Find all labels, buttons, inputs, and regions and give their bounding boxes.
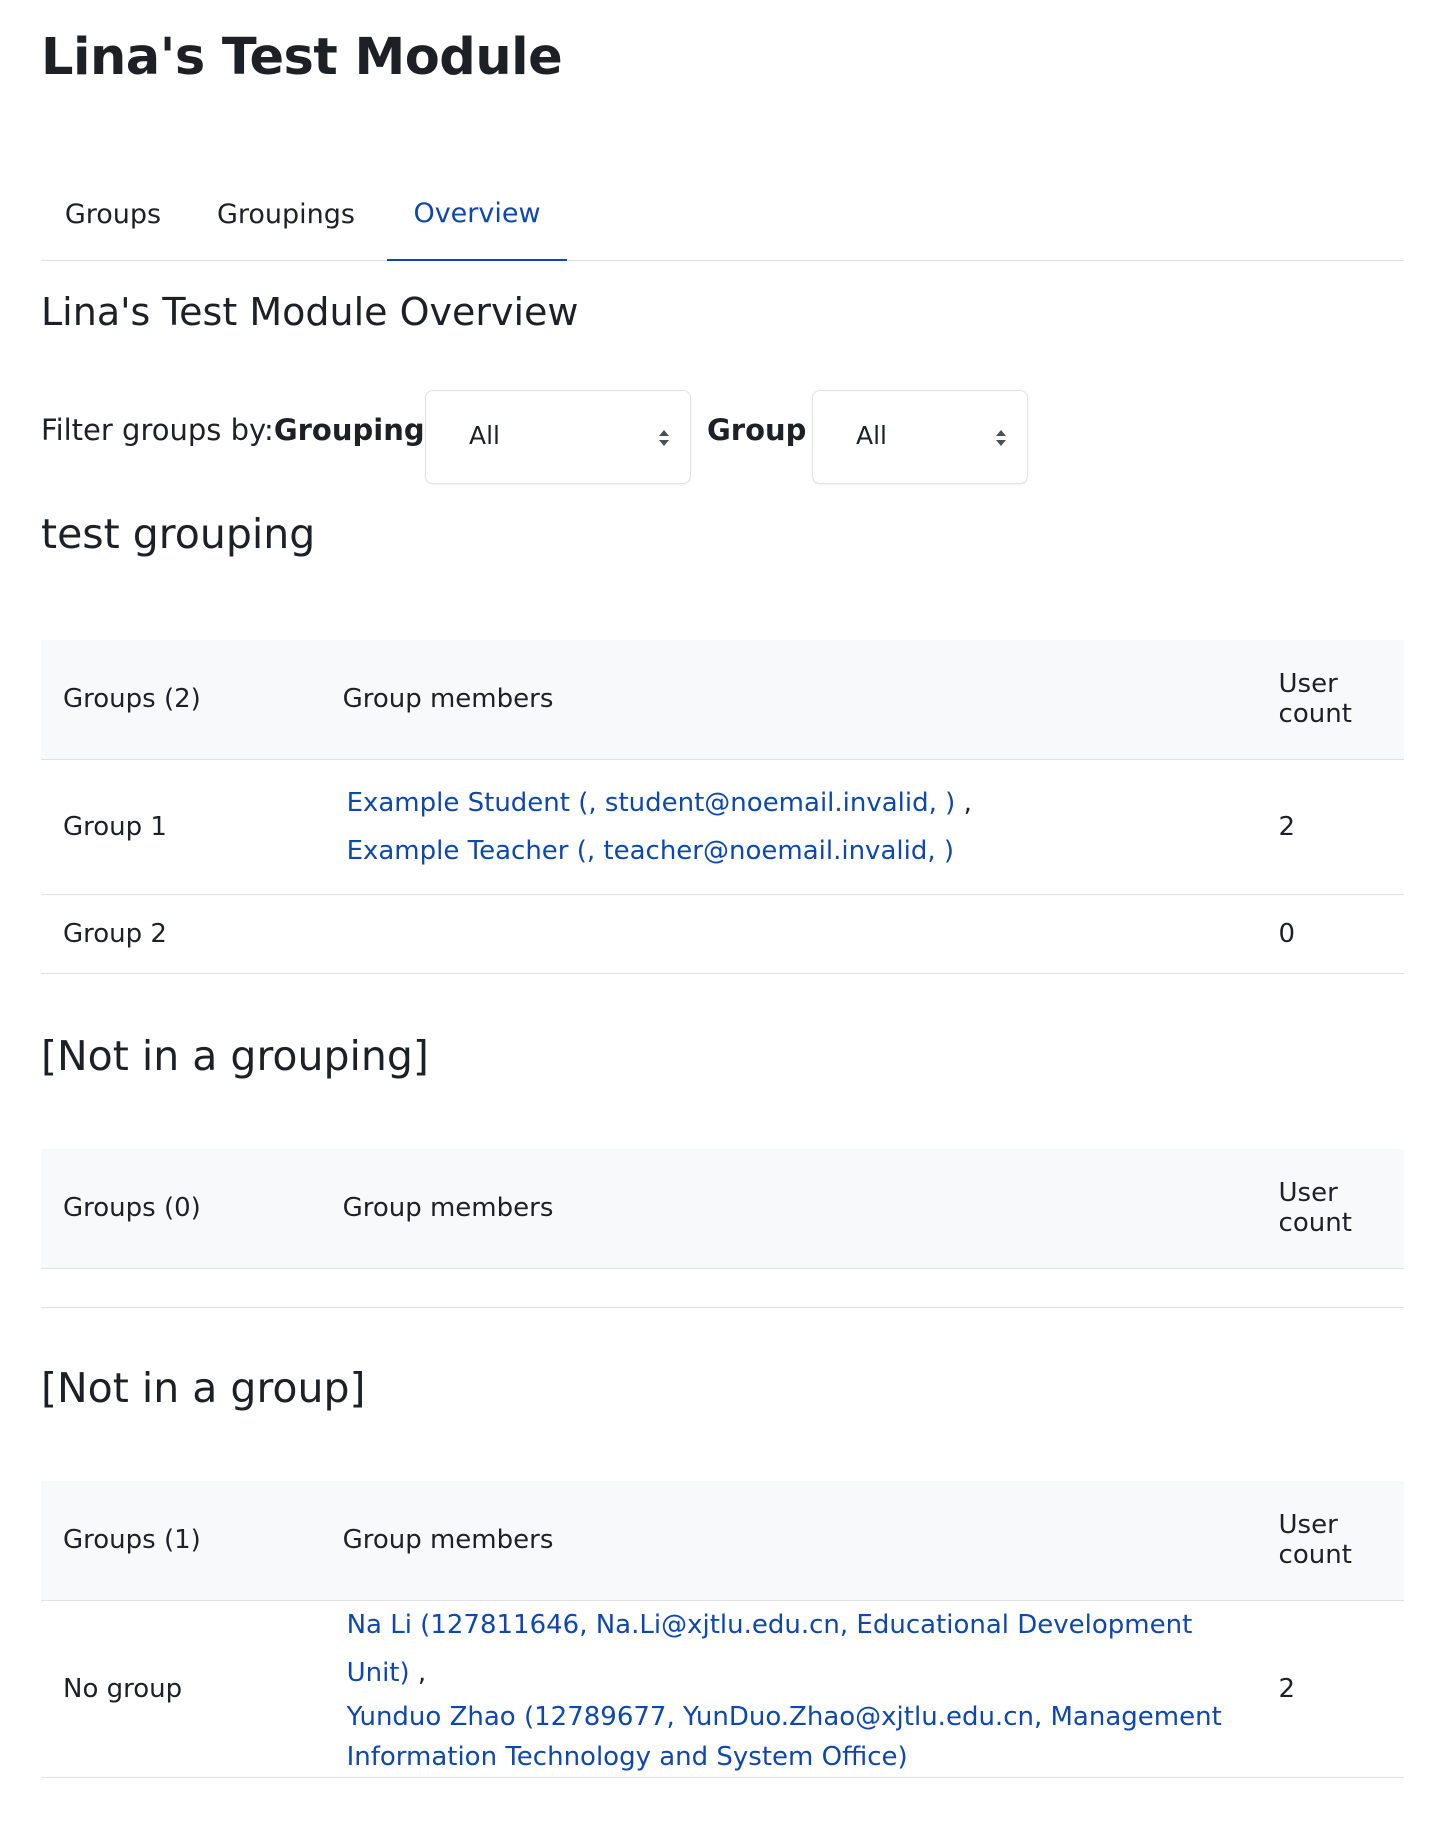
group-members: Na Li (127811646, Na.Li@xjtlu.edu.cn, Ed…	[320, 1600, 1257, 1778]
table-header-row: Groups (0) Group members User count	[41, 1149, 1404, 1269]
grouping-select-value: All	[469, 421, 500, 450]
select-caret-icon	[996, 430, 1006, 446]
member-link[interactable]: Example Student (, student@noemail.inval…	[347, 788, 956, 818]
group-members: Example Student (, student@noemail.inval…	[320, 759, 1257, 895]
user-count-column-header: User count	[1256, 640, 1404, 760]
group-members	[320, 894, 1257, 974]
group-select-value: All	[856, 421, 887, 450]
groups-column-header: Groups (1)	[41, 1481, 321, 1601]
grouping-select[interactable]: All	[425, 390, 691, 484]
select-caret-icon	[659, 430, 669, 446]
table-header-row: Groups (1) Group members User count	[41, 1481, 1404, 1601]
table-row	[41, 1268, 1404, 1308]
filter-row: Filter groups by:Grouping All Group All	[41, 390, 1141, 484]
members-column-header: Group members	[320, 1149, 1257, 1269]
members-column-header: Group members	[320, 1481, 1257, 1601]
page-title: Lina's Test Module	[41, 28, 563, 87]
filter-prefix: Filter groups by:	[41, 413, 274, 447]
members-column-header: Group members	[320, 640, 1257, 760]
member-link[interactable]: Example Teacher (, teacher@noemail.inval…	[347, 836, 954, 866]
tab-groups[interactable]: Groups	[41, 168, 185, 260]
grouping-label: Grouping	[273, 413, 425, 447]
groups-table: Groups (2) Group members User count Group…	[41, 640, 1404, 974]
groups-table: Groups (0) Group members User count	[41, 1149, 1404, 1308]
groups-column-header: Groups (0)	[41, 1149, 321, 1269]
table-row: No group Na Li (127811646, Na.Li@xjtlu.e…	[41, 1600, 1404, 1778]
member-link[interactable]: Yunduo Zhao (12789677, YunDuo.Zhao@xjtlu…	[347, 1702, 1222, 1772]
table-header-row: Groups (2) Group members User count	[41, 640, 1404, 760]
user-count: 2	[1256, 1600, 1404, 1778]
group-name: Group 1	[41, 759, 321, 895]
group-name: Group 2	[41, 894, 321, 974]
member-link[interactable]: Na Li (127811646, Na.Li@xjtlu.edu.cn, Ed…	[347, 1610, 1193, 1688]
table-row: Group 2 0	[41, 894, 1404, 974]
section-title: test grouping	[41, 510, 316, 558]
groups-column-header: Groups (2)	[41, 640, 321, 760]
group-name: No group	[41, 1600, 321, 1778]
user-count: 2	[1256, 759, 1404, 895]
tab-groupings[interactable]: Groupings	[185, 168, 387, 260]
overview-title: Lina's Test Module Overview	[41, 290, 579, 334]
table-row: Group 1 Example Student (, student@noema…	[41, 759, 1404, 895]
tab-bar: Groups Groupings Overview	[41, 168, 1404, 261]
user-count: 0	[1256, 894, 1404, 974]
group-select[interactable]: All	[812, 390, 1028, 484]
tab-overview[interactable]: Overview	[387, 168, 567, 261]
user-count-column-header: User count	[1256, 1149, 1404, 1269]
section-title: [Not in a grouping]	[41, 1032, 429, 1080]
section-title: [Not in a group]	[41, 1364, 366, 1412]
filter-label: Filter groups by:Grouping	[41, 413, 425, 447]
groups-table: Groups (1) Group members User count No gr…	[41, 1481, 1404, 1778]
user-count-column-header: User count	[1256, 1481, 1404, 1601]
group-label: Group	[707, 413, 807, 447]
